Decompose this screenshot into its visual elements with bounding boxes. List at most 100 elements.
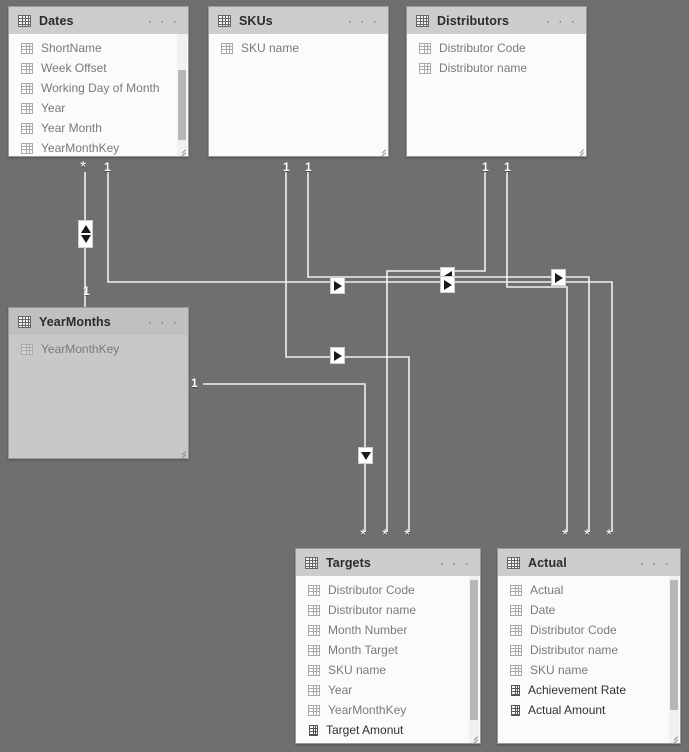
vertical-scrollbar[interactable] <box>177 34 187 156</box>
field-label: ShortName <box>41 41 102 55</box>
table-header-dates[interactable]: Dates · · · <box>9 7 188 34</box>
resize-grip-icon[interactable] <box>178 448 186 456</box>
column-grid-icon <box>510 604 522 616</box>
field-label: Distributor name <box>530 643 619 657</box>
field-row[interactable]: Distributor name <box>407 58 586 78</box>
table-fields-yearmonths: YearMonthKey <box>9 335 188 458</box>
field-row[interactable]: Week Offset <box>9 58 188 78</box>
vertical-scrollbar[interactable] <box>469 576 479 743</box>
field-row[interactable]: YearMonthKey <box>9 138 188 156</box>
table-fields-actual: Actual Date Distributor Code Distributor… <box>498 576 680 743</box>
cardinality-many-marker: * <box>382 527 389 544</box>
table-header-actual[interactable]: Actual · · · <box>498 549 680 576</box>
field-label: Distributor Code <box>439 41 526 55</box>
field-label: YearMonthKey <box>41 342 120 356</box>
field-row-measure[interactable]: Target Amonut <box>296 720 480 740</box>
field-row[interactable]: SKU name <box>498 660 680 680</box>
table-card-yearmonths[interactable]: YearMonths · · · YearMonthKey <box>8 307 189 459</box>
field-row[interactable]: Distributor Code <box>498 620 680 640</box>
resize-grip-icon[interactable] <box>378 146 386 154</box>
field-row[interactable]: Actual <box>498 580 680 600</box>
field-row[interactable]: YearMonthKey <box>296 700 480 720</box>
cardinality-many-marker: * <box>606 527 613 544</box>
column-grid-icon <box>308 624 320 636</box>
field-row[interactable]: Distributor Code <box>407 38 586 58</box>
column-grid-icon <box>221 42 233 54</box>
table-header-yearmonths[interactable]: YearMonths · · · <box>9 308 188 335</box>
resize-grip-icon[interactable] <box>670 733 678 741</box>
field-row-measure[interactable]: Achievement Rate <box>498 680 680 700</box>
field-row[interactable]: Working Day of Month <box>9 78 188 98</box>
field-label: Working Day of Month <box>41 81 160 95</box>
table-card-skus[interactable]: SKUs · · · SKU name <box>208 6 389 157</box>
scrollbar-thumb[interactable] <box>670 580 678 710</box>
scrollbar-thumb[interactable] <box>178 70 186 140</box>
cardinality-one-marker: 1 <box>305 160 312 174</box>
filter-direction-down-icon[interactable] <box>358 447 373 464</box>
field-row[interactable]: ShortName <box>9 38 188 58</box>
field-row[interactable]: Distributor name <box>296 600 480 620</box>
filter-direction-right-icon[interactable] <box>330 347 345 364</box>
more-options-ellipsis-icon[interactable]: · · · <box>148 14 179 27</box>
scrollbar-thumb[interactable] <box>470 580 478 720</box>
table-grid-icon <box>18 315 31 328</box>
table-card-distributors[interactable]: Distributors · · · Distributor Code Dist… <box>406 6 587 157</box>
field-label: Month Number <box>328 623 408 637</box>
table-card-dates[interactable]: Dates · · · ShortName Week Offset Workin… <box>8 6 189 157</box>
table-title: Targets <box>326 555 371 570</box>
more-options-ellipsis-icon[interactable]: · · · <box>640 556 671 569</box>
vertical-scrollbar[interactable] <box>669 576 679 743</box>
more-options-ellipsis-icon[interactable]: · · · <box>348 14 379 27</box>
field-row[interactable]: Month Target <box>296 640 480 660</box>
table-title: Dates <box>39 13 74 28</box>
table-fields-dates: ShortName Week Offset Working Day of Mon… <box>9 34 188 156</box>
resize-grip-icon[interactable] <box>576 146 584 154</box>
field-row[interactable]: Distributor Code <box>296 580 480 600</box>
table-grid-icon <box>507 556 520 569</box>
column-grid-icon <box>308 604 320 616</box>
table-card-targets[interactable]: Targets · · · Distributor Code Distribut… <box>295 548 481 744</box>
table-title: YearMonths <box>39 314 111 329</box>
table-header-targets[interactable]: Targets · · · <box>296 549 480 576</box>
more-options-ellipsis-icon[interactable]: · · · <box>546 14 577 27</box>
field-label: SKU name <box>241 41 300 55</box>
measure-calculator-icon <box>511 704 520 716</box>
field-row[interactable]: Date <box>498 600 680 620</box>
filter-direction-right-icon[interactable] <box>330 277 345 294</box>
table-grid-icon <box>218 14 231 27</box>
filter-direction-right-icon[interactable] <box>551 269 566 286</box>
table-header-distributors[interactable]: Distributors · · · <box>407 7 586 34</box>
triangle-down <box>360 451 371 460</box>
triangle-right <box>333 350 342 361</box>
column-grid-icon <box>308 644 320 656</box>
triangle-right <box>333 280 342 291</box>
more-options-ellipsis-icon[interactable]: · · · <box>440 556 471 569</box>
model-view-canvas[interactable]: * 1 1 1 1 1 1 1 * * * * * * Dates · · · ShortName Wee… <box>0 0 689 752</box>
table-fields-distributors: Distributor Code Distributor name <box>407 34 586 156</box>
field-label: YearMonthKey <box>328 703 407 717</box>
triangle-right <box>554 272 563 283</box>
table-header-skus[interactable]: SKUs · · · <box>209 7 388 34</box>
resize-grip-icon[interactable] <box>178 146 186 154</box>
column-grid-icon <box>21 102 33 114</box>
field-row[interactable]: Month Number <box>296 620 480 640</box>
field-label: Actual Amount <box>528 703 606 717</box>
field-row[interactable]: Year Month <box>9 118 188 138</box>
filter-direction-both-icon[interactable] <box>78 220 93 248</box>
field-row[interactable]: Distributor name <box>498 640 680 660</box>
table-title: Actual <box>528 555 567 570</box>
table-card-actual[interactable]: Actual · · · Actual Date Distributor Cod… <box>497 548 681 744</box>
field-row[interactable]: YearMonthKey <box>9 339 188 359</box>
triangle-right <box>443 279 452 290</box>
filter-direction-right-icon[interactable] <box>440 276 455 293</box>
rel-distributors-targets <box>386 172 486 532</box>
more-options-ellipsis-icon[interactable]: · · · <box>148 315 179 328</box>
field-row[interactable]: SKU name <box>296 660 480 680</box>
triangle-up <box>80 225 91 233</box>
field-row[interactable]: SKU name <box>209 38 388 58</box>
field-row[interactable]: Year <box>9 98 188 118</box>
field-row[interactable]: Year <box>296 680 480 700</box>
measure-calculator-icon <box>511 684 520 696</box>
resize-grip-icon[interactable] <box>470 733 478 741</box>
field-row-measure[interactable]: Actual Amount <box>498 700 680 720</box>
